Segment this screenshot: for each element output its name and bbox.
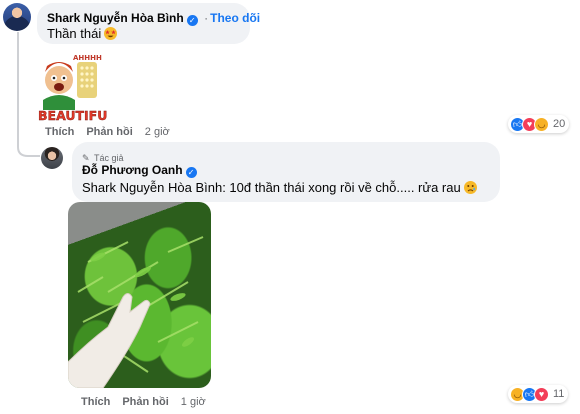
comment-timestamp[interactable]: 2 giờ: [145, 126, 170, 138]
mention-link[interactable]: Shark Nguyễn Hòa Bình: [82, 180, 222, 195]
verified-badge-icon: ✓: [185, 167, 197, 178]
comment-bubble: Shark Nguyễn Hòa Bình ✓ · Theo dõi Thần th…: [37, 3, 260, 44]
love-reaction-icon: ♥: [534, 386, 549, 402]
beautiful-sticker[interactable]: AHHHH BEAUTIFUL!: [35, 50, 121, 123]
reply-bubble: ✎ Tác giả Đỗ Phương Oanh ✓ Shark Nguyễn H…: [72, 142, 500, 202]
haha-reaction-icon: ◡: [534, 116, 549, 132]
reply-button[interactable]: Phản hồi: [122, 396, 168, 408]
follow-button[interactable]: Theo dõi: [210, 11, 260, 25]
sticker-text-top: AHHHH: [73, 54, 102, 62]
comment-text: Thần thái: [47, 26, 102, 41]
reply-author-name[interactable]: Đỗ Phương Oanh: [82, 163, 183, 177]
reply-reaction-summary[interactable]: ◡ 👍︎ ♥ 11: [508, 385, 569, 403]
attached-photo[interactable]: [68, 202, 211, 388]
separator-dot: ·: [204, 11, 209, 25]
reply-text: : 10đ thần thái xong rồi về chỗ..... rửa…: [222, 180, 461, 195]
sad-emoji-icon: [463, 181, 477, 194]
star-struck-emoji-icon: [104, 27, 118, 40]
reply-button[interactable]: Phản hồi: [86, 126, 132, 138]
reply-timestamp[interactable]: 1 giờ: [181, 396, 206, 408]
reaction-count: 20: [553, 118, 566, 130]
thread-connector-line: [17, 32, 40, 157]
verified-badge-icon: ✓: [186, 15, 198, 26]
reply-author-avatar[interactable]: [41, 147, 63, 169]
comment-actions: Thích Phản hồi 2 giờ: [45, 126, 170, 138]
comment-author-name[interactable]: Shark Nguyễn Hòa Bình: [47, 11, 184, 25]
reply-reaction-count: 11: [553, 388, 565, 400]
commenter-avatar[interactable]: [3, 3, 31, 31]
sticker-text-bottom: BEAUTIFUL!: [38, 108, 107, 122]
reply-actions: Thích Phản hồi 1 giờ: [81, 396, 206, 408]
reaction-summary[interactable]: 👍︎ ♥ ◡ 20: [508, 115, 570, 133]
like-button[interactable]: Thích: [81, 396, 110, 408]
like-button[interactable]: Thích: [45, 126, 74, 138]
